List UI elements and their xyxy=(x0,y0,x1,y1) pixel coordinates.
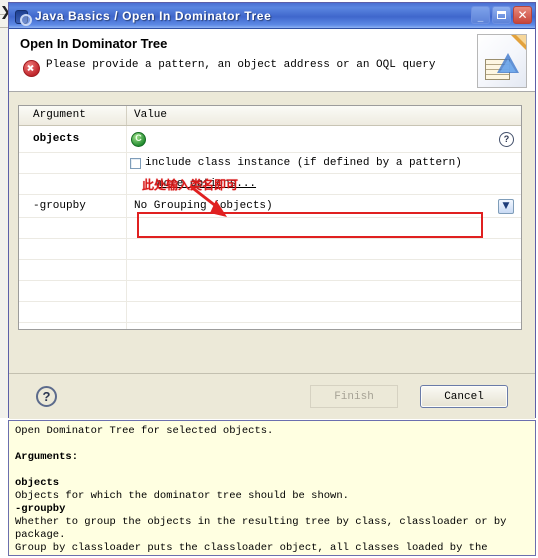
page-corner-glyph-light xyxy=(516,35,526,45)
description-line: Group by classloader puts the classloade… xyxy=(15,542,488,554)
cancel-button-label: Cancel xyxy=(444,390,484,403)
value-cell-objects: C ? xyxy=(127,129,521,149)
description-panel: Open Dominator Tree for selected objects… xyxy=(8,420,536,556)
wizard-body: Argument Value objects C ? include class… xyxy=(9,92,535,419)
table-row-more-options[interactable]: more options... xyxy=(19,174,521,195)
dialog-title: Java Basics / Open In Dominator Tree xyxy=(35,8,272,23)
argument-name-blank-2 xyxy=(19,174,127,194)
dialog-titlebar[interactable]: Java Basics / Open In Dominator Tree _ ✕ xyxy=(9,3,535,29)
finish-button-label: Finish xyxy=(334,390,374,403)
minimize-button[interactable]: _ xyxy=(471,6,490,24)
finish-button[interactable]: Finish xyxy=(310,385,398,408)
chevron-down-icon[interactable]: ▼ xyxy=(498,198,514,214)
value-cell-checkbox: include class instance (if defined by a … xyxy=(127,153,521,173)
table-row-empty xyxy=(19,218,521,239)
column-header-value: Value xyxy=(134,109,168,121)
close-button[interactable]: ✕ xyxy=(513,6,532,24)
description-line: Objects for which the dominator tree sho… xyxy=(15,490,349,502)
error-icon xyxy=(23,60,40,77)
table-body: objects C ? include class instance (if d… xyxy=(19,126,521,329)
window-controls: _ ✕ xyxy=(471,6,532,24)
table-row-empty xyxy=(19,323,521,329)
annotation-arrow-icon xyxy=(189,184,227,217)
table-row-empty xyxy=(19,239,521,260)
include-class-instance-checkbox[interactable] xyxy=(130,157,141,169)
content-assist-icon: C xyxy=(131,131,146,147)
description-line: Open Dominator Tree for selected objects… xyxy=(15,425,274,437)
wizard-header: Open In Dominator Tree Please provide a … xyxy=(9,29,535,92)
dialog-button-bar: ? Finish Cancel xyxy=(9,373,535,419)
maximize-button[interactable] xyxy=(492,6,511,24)
argument-name-objects: objects xyxy=(19,126,127,152)
help-icon[interactable]: ? xyxy=(36,386,57,407)
screen: ❯ Java Basics / Open In Dominator Tree _… xyxy=(0,0,538,558)
argument-name-groupby: -groupby xyxy=(19,195,127,217)
page-title: Open In Dominator Tree xyxy=(20,36,168,51)
table-header: Argument Value xyxy=(19,106,521,126)
objects-input[interactable] xyxy=(148,129,495,149)
argument-name-blank-1 xyxy=(19,153,127,173)
table-row-groupby[interactable]: -groupby No Grouping (objects) ▼ xyxy=(19,195,521,218)
validation-message-row: Please provide a pattern, an object addr… xyxy=(23,59,435,77)
table-row-objects[interactable]: objects C ? xyxy=(19,126,521,153)
table-row-include-class-instance[interactable]: include class instance (if defined by a … xyxy=(19,153,521,174)
description-line: Whether to group the objects in the resu… xyxy=(15,516,507,541)
arguments-table[interactable]: Argument Value objects C ? include class… xyxy=(18,105,522,330)
description-line: -groupby xyxy=(15,503,66,515)
description-line: objects xyxy=(15,477,60,489)
dominator-tree-wizard-icon xyxy=(477,34,527,88)
table-row-empty xyxy=(19,302,521,323)
database-search-icon xyxy=(14,8,32,26)
table-row-empty xyxy=(19,260,521,281)
row-help-icon[interactable]: ? xyxy=(499,131,514,147)
description-line: Arguments: xyxy=(15,451,79,463)
open-in-dominator-tree-dialog: Java Basics / Open In Dominator Tree _ ✕… xyxy=(8,2,536,419)
validation-message: Please provide a pattern, an object addr… xyxy=(46,59,436,71)
table-row-empty xyxy=(19,281,521,302)
triangle-glyph-inner xyxy=(500,59,516,72)
cancel-button[interactable]: Cancel xyxy=(420,385,508,408)
column-header-argument: Argument xyxy=(19,106,127,125)
include-class-instance-label: include class instance (if defined by a … xyxy=(145,157,462,169)
